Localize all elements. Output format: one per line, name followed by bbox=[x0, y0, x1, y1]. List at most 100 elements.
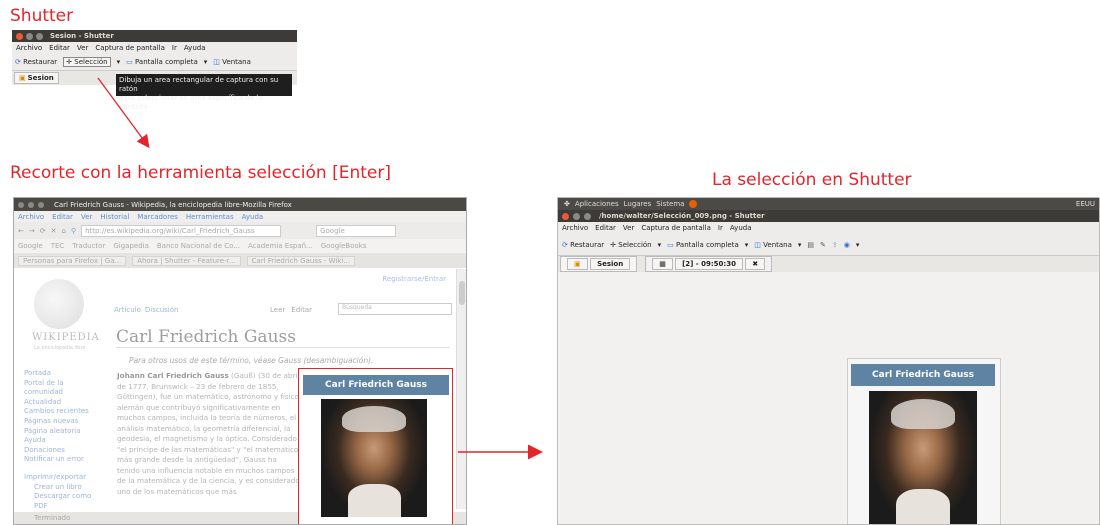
sidebar-item[interactable]: Descargar como PDF bbox=[24, 492, 94, 511]
menu-ir[interactable]: Ir bbox=[172, 44, 177, 52]
ff-menu-historial[interactable]: Historial bbox=[100, 213, 129, 221]
menu-editar[interactable]: Editar bbox=[595, 224, 616, 232]
scrollbar[interactable] bbox=[456, 269, 466, 509]
pantalla-dropdown[interactable]: ▾ bbox=[745, 241, 749, 249]
wiki-search-input[interactable]: Búsqueda bbox=[338, 303, 452, 315]
maximize-icon[interactable] bbox=[584, 212, 591, 220]
action-editar[interactable]: Editar bbox=[291, 306, 312, 314]
bookmark-banco[interactable]: Banco Nacional de Co... bbox=[157, 242, 240, 250]
tab-capture[interactable]: ▦ [2] - 09:50:30 ✖ bbox=[645, 256, 773, 272]
panel-lugares[interactable]: Lugares bbox=[624, 200, 652, 208]
register-link[interactable]: Registrarse/Entrar bbox=[382, 275, 446, 283]
forward-icon[interactable]: → bbox=[29, 227, 35, 235]
ff-menu-ayuda[interactable]: Ayuda bbox=[242, 213, 264, 221]
close-icon[interactable] bbox=[562, 212, 569, 220]
web-icon[interactable]: ◉ bbox=[844, 241, 850, 249]
minimize-icon[interactable] bbox=[26, 32, 33, 40]
menu-capture-icon[interactable]: ▤ bbox=[807, 241, 814, 249]
panel-sistema[interactable]: Sistema bbox=[656, 200, 684, 208]
article-body: Johann Carl Friedrich Gauss (Gauß) (30 d… bbox=[117, 371, 300, 497]
tooltip: Dibuja un area rectangular de captura co… bbox=[116, 74, 292, 111]
minimize-icon[interactable] bbox=[573, 212, 580, 220]
tab-personas[interactable]: Personas para Firefox | Ga... bbox=[18, 255, 127, 266]
tab-discusion[interactable]: Discusión bbox=[145, 306, 179, 314]
tab-sesion[interactable]: ▣ Sesion bbox=[560, 256, 638, 272]
ff-menu-editar[interactable]: Editar bbox=[52, 213, 73, 221]
sidebar-item[interactable]: Ayuda bbox=[24, 436, 94, 446]
close-icon[interactable] bbox=[18, 201, 24, 208]
home-icon[interactable]: ⌂ bbox=[62, 227, 66, 235]
seleccion-button[interactable]: ✛ Selección bbox=[63, 56, 111, 67]
selection-rectangle[interactable]: Carl Friedrich Gauss bbox=[298, 368, 453, 524]
sidebar-item[interactable]: Página aleatoria bbox=[24, 427, 94, 437]
maximize-icon[interactable] bbox=[36, 32, 43, 40]
menu-ver[interactable]: Ver bbox=[77, 44, 88, 52]
sidebar-item[interactable]: Actualidad bbox=[24, 398, 94, 408]
export-icon[interactable]: ⇪ bbox=[832, 241, 838, 249]
chevron-down-icon: ▾ bbox=[797, 240, 802, 249]
scroll-thumb[interactable] bbox=[458, 281, 465, 305]
back-icon[interactable]: ← bbox=[18, 227, 24, 235]
sidebar-item[interactable]: Portada bbox=[24, 369, 94, 379]
seleccion-dropdown[interactable]: ▾ bbox=[117, 58, 121, 66]
firefox-icon[interactable] bbox=[689, 200, 698, 208]
tab-articulo[interactable]: Artículo bbox=[114, 306, 141, 314]
search-icon[interactable]: ⚲ bbox=[71, 227, 76, 235]
tooltip-line-2: para seleccionar un area específica de l… bbox=[119, 94, 263, 111]
menu-archivo[interactable]: Archivo bbox=[562, 224, 588, 232]
web-dropdown[interactable]: ▾ bbox=[856, 241, 860, 249]
sidebar-item[interactable]: Imprimir/exportar bbox=[24, 473, 94, 483]
close-icon[interactable]: ✖ bbox=[745, 258, 766, 270]
ventana-dropdown[interactable]: ▾ bbox=[798, 241, 802, 249]
bookmark-academia[interactable]: Academia Españ... bbox=[248, 242, 313, 250]
menu-ver[interactable]: Ver bbox=[623, 224, 634, 232]
menu-archivo[interactable]: Archivo bbox=[16, 44, 42, 52]
menu-ir[interactable]: Ir bbox=[718, 224, 723, 232]
sidebar-item[interactable]: Notificar un error bbox=[24, 455, 94, 465]
bookmark-tec[interactable]: TEC bbox=[51, 242, 65, 250]
menu-captura[interactable]: Captura de pantalla bbox=[641, 224, 711, 232]
menu-editar[interactable]: Editar bbox=[49, 44, 70, 52]
search-engine-field[interactable]: Google bbox=[316, 224, 397, 237]
seleccion-button[interactable]: ✛ Selección bbox=[610, 241, 651, 249]
bookmark-googlebooks[interactable]: GoogleBooks bbox=[321, 242, 367, 250]
edit-icon[interactable]: ✎ bbox=[820, 241, 826, 249]
sidebar-item[interactable]: Donaciones bbox=[24, 446, 94, 456]
sidebar-item[interactable]: Cambios recientes bbox=[24, 407, 94, 417]
ventana-button[interactable]: ◫ Ventana bbox=[213, 58, 251, 66]
ff-menu-marcadores[interactable]: Marcadores bbox=[137, 213, 178, 221]
action-leer[interactable]: Leer bbox=[270, 306, 285, 314]
stop-icon[interactable]: ✕ bbox=[51, 227, 57, 235]
tab-sesion[interactable]: ▣ Sesion bbox=[14, 72, 59, 84]
ff-menu-herramientas[interactable]: Herramientas bbox=[186, 213, 234, 221]
url-field[interactable]: http://es.wikipedia.org/wiki/Carl_Friedr… bbox=[81, 224, 282, 237]
sidebar-item[interactable]: Páginas nuevas bbox=[24, 417, 94, 427]
tab-gauss[interactable]: Carl Friedrich Gauss - Wiki... bbox=[246, 255, 355, 266]
pantalla-dropdown[interactable]: ▾ bbox=[204, 58, 208, 66]
bookmark-google[interactable]: Google bbox=[18, 242, 43, 250]
pantalla-button[interactable]: ▭ Pantalla completa bbox=[126, 58, 198, 66]
ff-menu-ver[interactable]: Ver bbox=[81, 213, 92, 221]
bookmark-traductor[interactable]: Traductor bbox=[72, 242, 105, 250]
panel-aplicaciones[interactable]: Aplicaciones bbox=[575, 200, 619, 208]
restaurar-button[interactable]: ⟳ Restaurar bbox=[562, 241, 604, 249]
tab-shutter[interactable]: Ahora | Shutter - Feature-r... bbox=[132, 255, 241, 266]
menu-ayuda[interactable]: Ayuda bbox=[184, 44, 206, 52]
close-icon[interactable] bbox=[16, 32, 23, 40]
ventana-button[interactable]: ◫ Ventana bbox=[754, 241, 792, 249]
sidebar-item[interactable]: Portal de la comunidad bbox=[24, 379, 94, 398]
bookmark-gigapedia[interactable]: Gigapedia bbox=[113, 242, 149, 250]
minimize-icon[interactable] bbox=[28, 201, 34, 208]
seleccion-dropdown[interactable]: ▾ bbox=[658, 241, 662, 249]
menu-captura[interactable]: Captura de pantalla bbox=[95, 44, 165, 52]
restaurar-button[interactable]: ⟳ Restaurar bbox=[15, 58, 57, 66]
maximize-icon[interactable] bbox=[38, 201, 44, 208]
menu-ayuda[interactable]: Ayuda bbox=[730, 224, 752, 232]
reload-icon[interactable]: ⟳ bbox=[40, 227, 46, 235]
ff-menu-archivo[interactable]: Archivo bbox=[18, 213, 44, 221]
tab-sesion-label: Sesion bbox=[27, 74, 54, 82]
sidebar-item[interactable]: Crear un libro bbox=[24, 483, 94, 493]
wikipedia-globe-icon bbox=[34, 279, 84, 329]
article-title: Carl Friedrich Gauss bbox=[116, 327, 296, 347]
pantalla-button[interactable]: ▭ Pantalla completa bbox=[667, 241, 739, 249]
